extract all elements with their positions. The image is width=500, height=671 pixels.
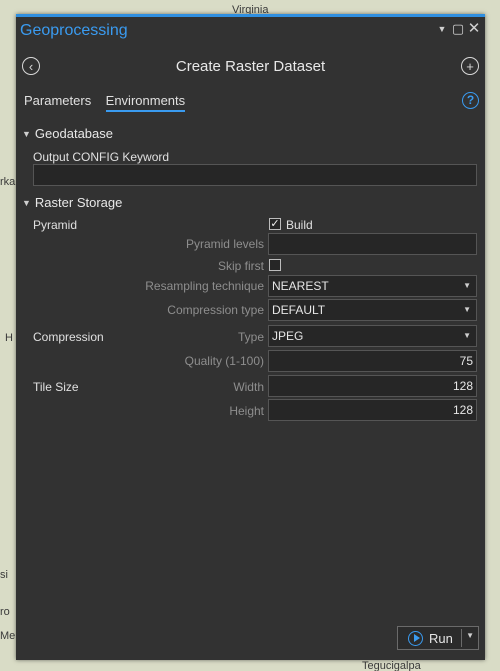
tool-title: Create Raster Dataset xyxy=(175,58,326,75)
pyramid-levels-input[interactable] xyxy=(268,233,477,255)
run-button-divider xyxy=(461,629,462,647)
chevron-down-icon: ▼ xyxy=(463,331,471,340)
compression-type-select[interactable]: DEFAULT ▼ xyxy=(268,299,477,321)
resampling-technique-value: NEAREST xyxy=(272,279,329,293)
pyramid-levels-label: Pyramid levels xyxy=(185,237,264,251)
tab-parameters[interactable]: Parameters xyxy=(24,93,91,110)
build-label: Build xyxy=(286,218,313,232)
plus-icon[interactable]: + xyxy=(461,57,479,75)
panel-titlebar: Geoprocessing ▼ ▢ ✕ xyxy=(16,17,485,45)
compression-value: JPEG xyxy=(272,329,304,343)
quality-label: Quality (1-100) xyxy=(184,354,264,368)
skip-first-label: Skip first xyxy=(217,259,264,273)
chevron-down-icon[interactable]: ▼ xyxy=(466,631,474,640)
run-label: Run xyxy=(429,630,453,646)
chevron-down-icon: ▼ xyxy=(22,129,31,139)
quality-input[interactable]: 75 xyxy=(268,350,477,372)
chevron-down-icon: ▼ xyxy=(463,305,471,314)
raster-storage-section-title: Raster Storage xyxy=(34,195,123,210)
restore-icon[interactable]: ▢ xyxy=(451,21,465,37)
tab-environments[interactable]: Environments xyxy=(105,93,186,112)
run-button[interactable]: Run ▼ xyxy=(397,626,479,650)
map-label-me: Me xyxy=(0,630,16,642)
compression-type-value: DEFAULT xyxy=(272,303,326,317)
compression-type-label: Compression type xyxy=(167,303,264,317)
output-config-keyword-input[interactable] xyxy=(33,164,477,186)
tile-width-input[interactable]: 128 xyxy=(268,375,477,397)
skip-first-checkbox[interactable] xyxy=(269,259,281,271)
compression-label: Compression xyxy=(33,330,104,344)
output-config-keyword-label: Output CONFIG Keyword xyxy=(33,150,170,164)
width-label: Width xyxy=(233,380,264,394)
chevron-down-icon: ▼ xyxy=(22,198,31,208)
tool-header: ‹ Create Raster Dataset + xyxy=(16,51,485,81)
geodatabase-section-title: Geodatabase xyxy=(34,126,113,141)
close-icon[interactable]: ✕ xyxy=(467,21,481,37)
pyramid-label: Pyramid xyxy=(33,218,78,232)
resampling-technique-select[interactable]: NEAREST ▼ xyxy=(268,275,477,297)
chevron-down-icon: ▼ xyxy=(463,281,471,290)
tab-strip: Parameters Environments xyxy=(24,92,195,114)
map-label-h: H xyxy=(5,332,13,344)
dropdown-arrow-icon[interactable]: ▼ xyxy=(435,21,449,37)
build-checkbox[interactable]: ✓ xyxy=(269,218,281,230)
panel-title: Geoprocessing xyxy=(20,22,128,39)
map-label-ro: ro xyxy=(0,606,10,618)
play-icon xyxy=(408,630,423,646)
height-label: Height xyxy=(229,404,264,418)
map-label-si: si xyxy=(0,569,8,581)
tile-size-label: Tile Size xyxy=(33,380,79,394)
geoprocessing-panel: Geoprocessing ▼ ▢ ✕ ‹ Create Raster Data… xyxy=(16,14,485,660)
resampling-technique-label: Resampling technique xyxy=(145,279,264,293)
compression-select[interactable]: JPEG ▼ xyxy=(268,325,477,347)
map-label-tegucigalpa: Tegucigalpa xyxy=(362,660,421,671)
tile-height-input[interactable]: 128 xyxy=(268,399,477,421)
help-icon[interactable]: ? xyxy=(462,92,479,109)
raster-storage-section-header[interactable]: ▼ Raster Storage xyxy=(22,195,122,210)
compression-type-field-label: Type xyxy=(237,330,264,344)
map-label-rka: rka xyxy=(0,176,16,188)
geodatabase-section-header[interactable]: ▼ Geodatabase xyxy=(22,126,113,141)
